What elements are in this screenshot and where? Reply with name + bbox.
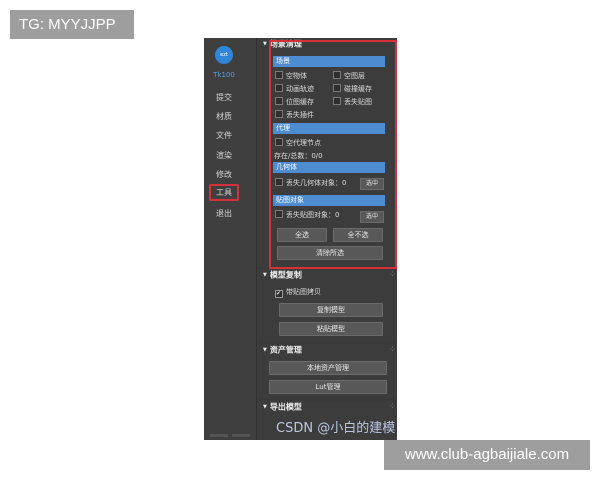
checkbox-label: 丢失几何体对象：0 [286,179,347,187]
version-label: Tk100 [213,71,235,79]
sidebar-item-exit[interactable]: 退出 [209,205,239,222]
author-watermark: CSDN @小白的建模 [276,421,396,436]
asset-header[interactable]: ▼ 资产管理 ⁘ [259,344,397,356]
checkbox-lost-plugin[interactable]: 丢失插件 [275,110,314,120]
checkbox-label: 动画轨迹 [286,85,314,93]
local-asset-button[interactable]: 本地资产管理 [269,361,387,375]
asset-section: ▼ 资产管理 ⁘ 本地资产管理 Lut管理 [257,344,397,398]
checkbox-label: 丢失贴图 [344,98,372,106]
checkbox-empty-layer[interactable]: 空图层 [333,71,365,81]
logo-icon[interactable]: ezt [215,46,233,64]
checkbox-label: 碰撞缓存 [344,85,372,93]
scroll-handle[interactable] [210,434,228,437]
select-texture-button[interactable]: 选中 [360,211,384,223]
sidebar-item-submit[interactable]: 提交 [209,89,239,106]
checkbox-lost-texture[interactable]: 丢失贴图 [333,97,372,107]
model-copy-header[interactable]: ▼ 模型复制 ⁘ [259,269,397,281]
scene-clean-section: ▼ 场景清理 场景 空物体 空图层 动画轨迹 碰撞缓存 位图缓存 丢失贴图 丢失插… [257,38,397,267]
checkbox-icon [275,290,283,298]
checkbox-label: 空图层 [344,72,365,80]
geometry-bar: 几何体 [273,162,385,173]
checkbox-empty-object[interactable]: 空物体 [275,71,307,81]
select-geometry-button[interactable]: 选中 [360,178,384,190]
checkbox-icon [275,210,283,218]
checkbox-label: 带贴图拷贝 [286,288,321,296]
collapse-icon: ▼ [263,404,267,410]
section-title: 模型复制 [269,270,302,280]
checkbox-icon [275,97,283,105]
drag-handle-icon[interactable]: ⁘ [390,344,395,356]
checkbox-label: 空代理节点 [286,139,321,147]
checkbox-copy-with-texture[interactable]: 带贴图拷贝 [275,287,321,298]
section-title: 资产管理 [269,345,302,355]
drag-handle-icon[interactable]: ⁘ [390,401,395,413]
checkbox-icon [275,138,283,146]
sidebar-item-render[interactable]: 渲染 [209,147,239,164]
collapse-icon: ▼ [263,347,267,353]
scroll-handle[interactable] [232,434,250,437]
paste-model-button[interactable]: 粘贴模型 [279,322,383,336]
checkbox-empty-proxy[interactable]: 空代理节点 [275,138,321,148]
checkbox-icon [333,71,341,79]
checkbox-collision-cache[interactable]: 碰撞缓存 [333,84,372,94]
model-copy-section: ▼模型复制 ⁘ 带贴图拷贝 复制模型 粘贴模型 [257,269,397,341]
checkbox-label: 空物体 [286,72,307,80]
proxy-stats: 存在/总数：0/0 [274,152,323,160]
checkbox-icon [333,84,341,92]
proxy-bar: 代理 [273,123,385,134]
checkbox-icon [275,71,283,79]
checkbox-bitmap-cache[interactable]: 位图缓存 [275,97,314,107]
checkbox-label: 位图缓存 [286,98,314,106]
texture-bar: 贴图对象 [273,195,385,206]
sidebar-item-tools[interactable]: 工具 [209,184,239,201]
checkbox-lost-texture-object[interactable]: 丢失贴图对象：0 [275,210,339,220]
sidebar-item-file[interactable]: 文件 [209,127,239,144]
sidebar-item-material[interactable]: 材质 [209,108,239,125]
checkbox-label: 丢失贴图对象：0 [286,211,340,219]
checkbox-label: 丢失插件 [286,111,314,119]
scene-bar: 场景 [273,56,385,67]
scene-clean-header[interactable]: ▼ 场景清理 [259,38,397,50]
checkbox-icon [333,97,341,105]
export-header[interactable]: ▼ 导出模型 ⁘ [259,401,397,413]
copy-model-button[interactable]: 复制模型 [279,303,383,317]
section-title: 导出模型 [269,402,302,412]
watermark-top-left: TG: MYYJJPP [10,10,134,39]
sidebar-item-modify[interactable]: 修改 [209,166,239,183]
tools-panel: ▼ 场景清理 场景 空物体 空图层 动画轨迹 碰撞缓存 位图缓存 丢失贴图 丢失插… [257,38,397,440]
checkbox-lost-geometry[interactable]: 丢失几何体对象：0 [275,178,346,188]
lut-manager-button[interactable]: Lut管理 [269,380,387,394]
watermark-bottom-right: www.club-agbaijiale.com [384,440,590,470]
plugin-panel: ezt Tk100 提交 材质 文件 渲染 修改 工具 退出 ▼ 场景清理 场景 … [204,38,397,440]
sidebar: ezt Tk100 提交 材质 文件 渲染 修改 工具 退出 [204,38,257,440]
clear-selected-button[interactable]: 清除所选 [277,246,383,260]
collapse-icon: ▼ [263,272,267,278]
collapse-icon: ▼ [263,41,267,47]
select-none-button[interactable]: 全不选 [333,228,383,242]
checkbox-anim-track[interactable]: 动画轨迹 [275,84,314,94]
checkbox-icon [275,110,283,118]
checkbox-icon [275,178,283,186]
checkbox-icon [275,84,283,92]
section-title: 场景清理 [269,39,302,49]
drag-handle-icon[interactable]: ⁘ [390,269,395,281]
select-all-button[interactable]: 全选 [277,228,327,242]
